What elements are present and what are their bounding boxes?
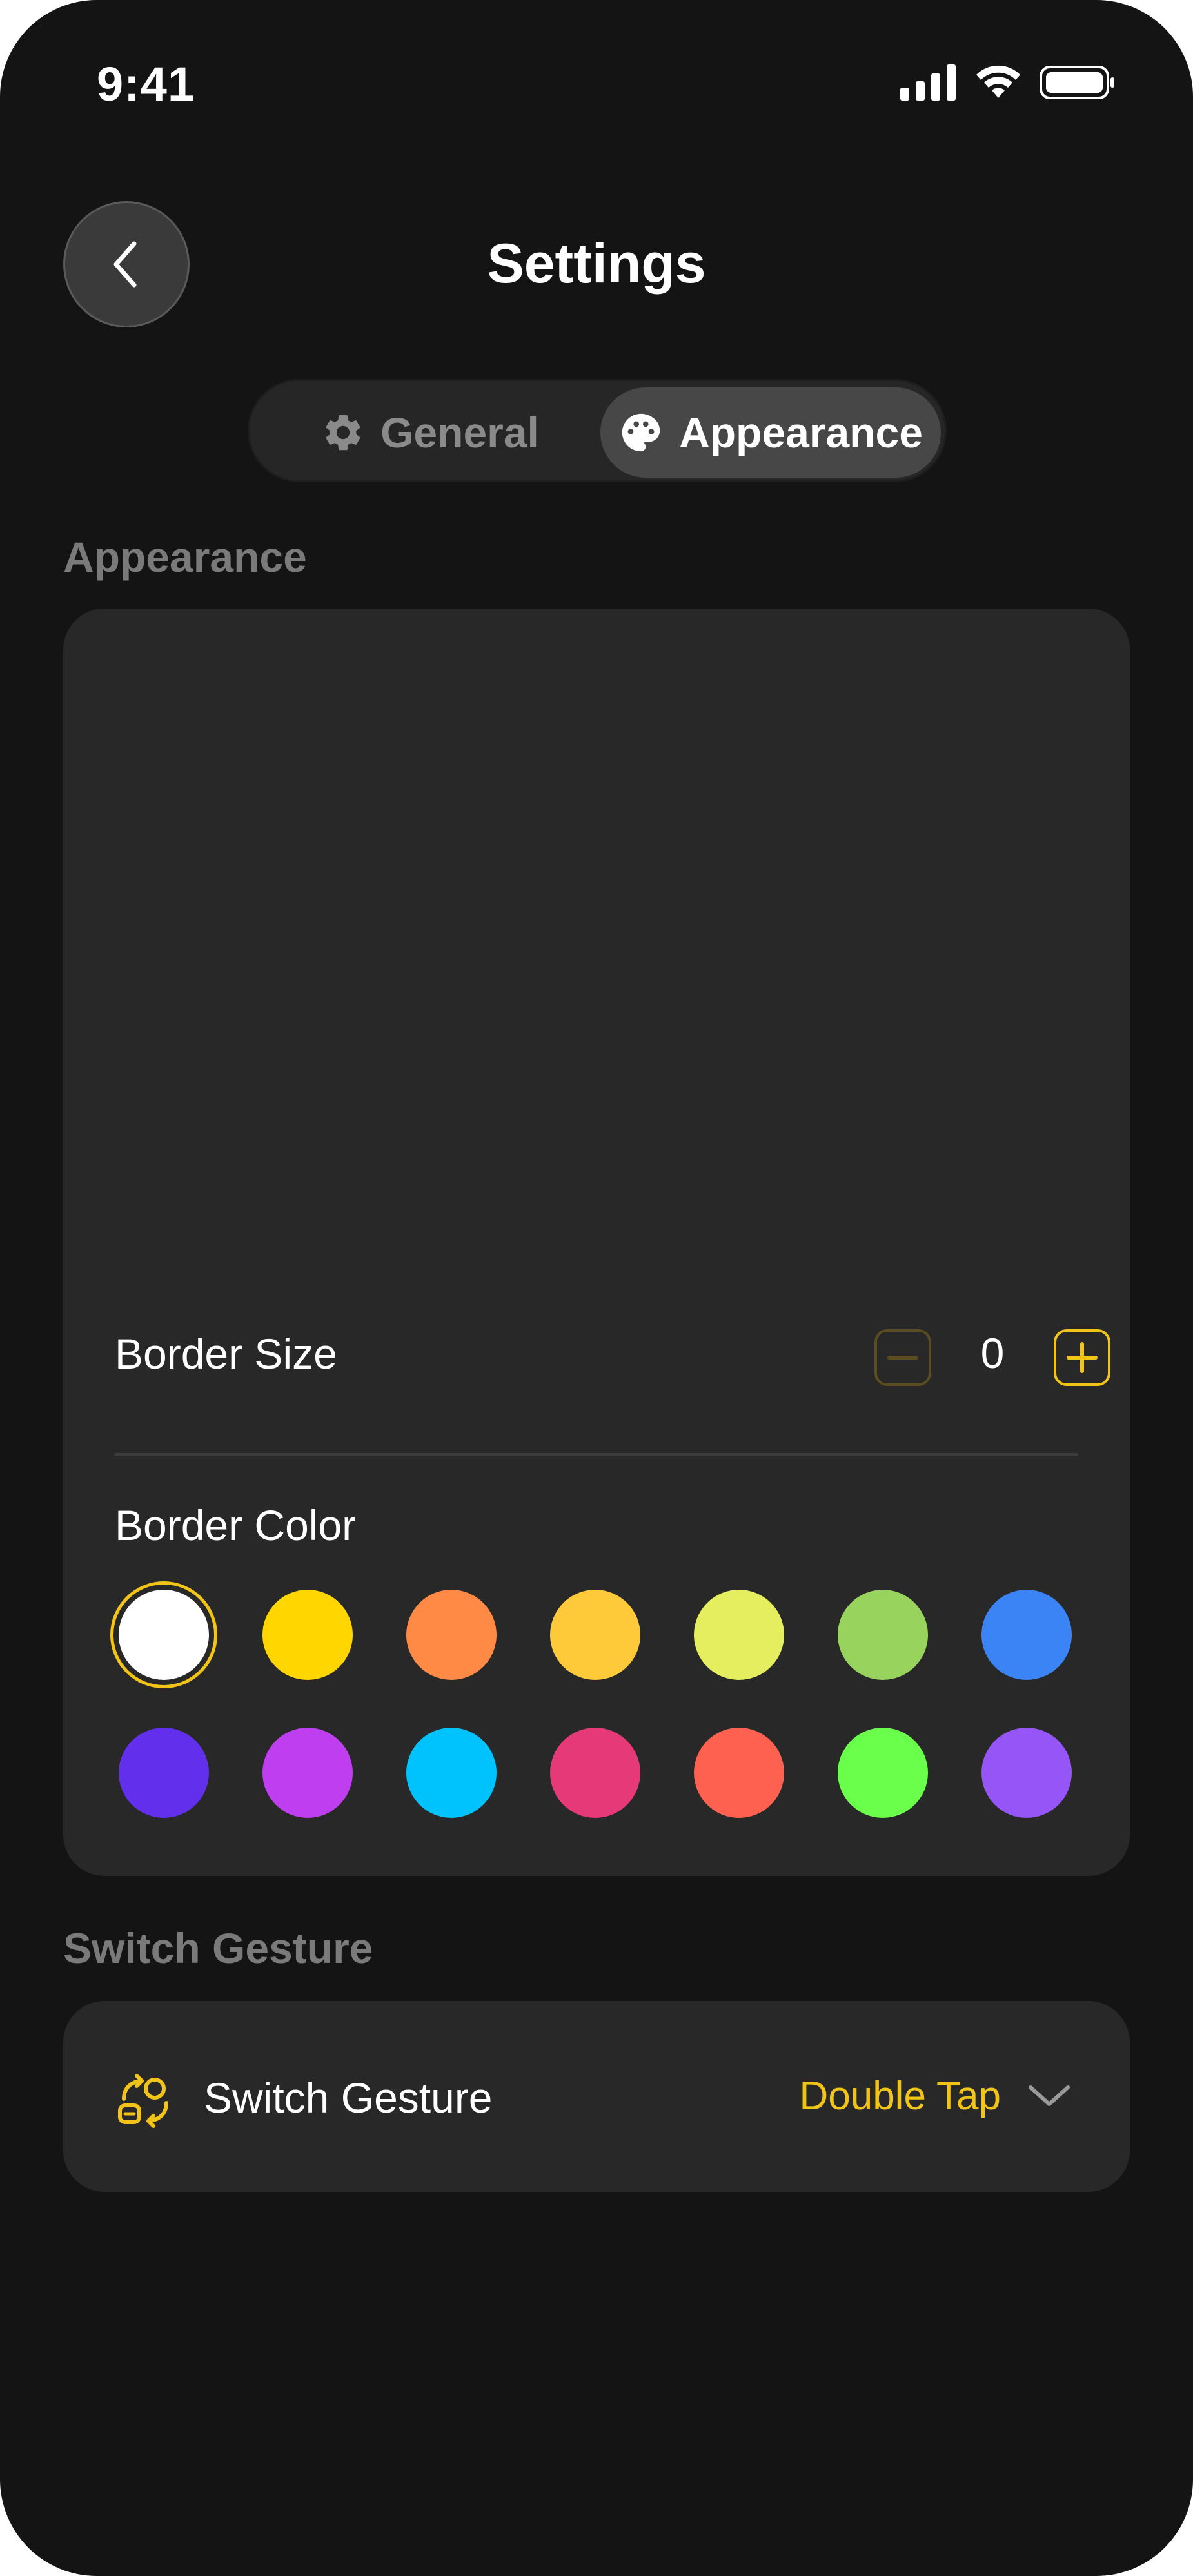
color-swatch[interactable]	[406, 1590, 497, 1680]
page-title: Settings	[487, 233, 706, 295]
color-swatch[interactable]	[981, 1728, 1072, 1818]
phone-screen: 9:41 Settings General Appearance Appeara…	[0, 0, 1193, 2576]
tab-general[interactable]: General	[308, 387, 553, 478]
tab-appearance[interactable]: Appearance	[600, 387, 941, 478]
switch-gesture-value: Double Tap	[799, 2074, 1001, 2118]
border-size-increment-button[interactable]	[1054, 1329, 1110, 1386]
color-swatch[interactable]	[119, 1728, 209, 1818]
section-label-appearance: Appearance	[63, 533, 307, 581]
color-swatch[interactable]	[119, 1590, 209, 1680]
color-swatch[interactable]	[406, 1728, 497, 1818]
status-icons	[900, 64, 1117, 101]
appearance-card: Border Size 0 Border Color	[63, 609, 1130, 1876]
cellular-signal-icon	[900, 64, 956, 101]
color-swatch[interactable]	[838, 1728, 928, 1818]
color-swatch[interactable]	[550, 1590, 640, 1680]
border-size-value: 0	[980, 1329, 1005, 1377]
tab-appearance-label: Appearance	[679, 409, 923, 456]
minus-icon	[887, 1356, 918, 1360]
color-swatch[interactable]	[838, 1590, 928, 1680]
section-label-switch-gesture: Switch Gesture	[63, 1924, 373, 1972]
color-swatch[interactable]	[694, 1590, 784, 1680]
palette-icon	[622, 413, 660, 452]
tab-general-label: General	[380, 409, 539, 456]
chevron-down-icon	[1029, 2085, 1070, 2106]
switch-gesture-label: Switch Gesture	[204, 2074, 493, 2122]
gesture-switch-icon	[118, 2074, 168, 2128]
border-size-decrement-button[interactable]	[874, 1329, 931, 1386]
color-swatch[interactable]	[694, 1728, 784, 1818]
switch-gesture-row[interactable]: Switch Gesture Double Tap	[63, 2001, 1130, 2192]
border-size-label: Border Size	[115, 1330, 337, 1378]
gear-icon	[326, 415, 360, 451]
tab-bar: General Appearance	[248, 379, 947, 482]
color-swatch[interactable]	[262, 1590, 353, 1680]
divider	[115, 1453, 1078, 1456]
status-time: 9:41	[97, 57, 195, 111]
color-swatch[interactable]	[550, 1728, 640, 1818]
border-color-label: Border Color	[115, 1501, 357, 1549]
wifi-icon	[976, 65, 1020, 98]
color-swatch[interactable]	[981, 1590, 1072, 1680]
battery-icon	[1040, 66, 1114, 99]
color-swatch[interactable]	[262, 1728, 353, 1818]
plus-icon	[1067, 1342, 1098, 1373]
